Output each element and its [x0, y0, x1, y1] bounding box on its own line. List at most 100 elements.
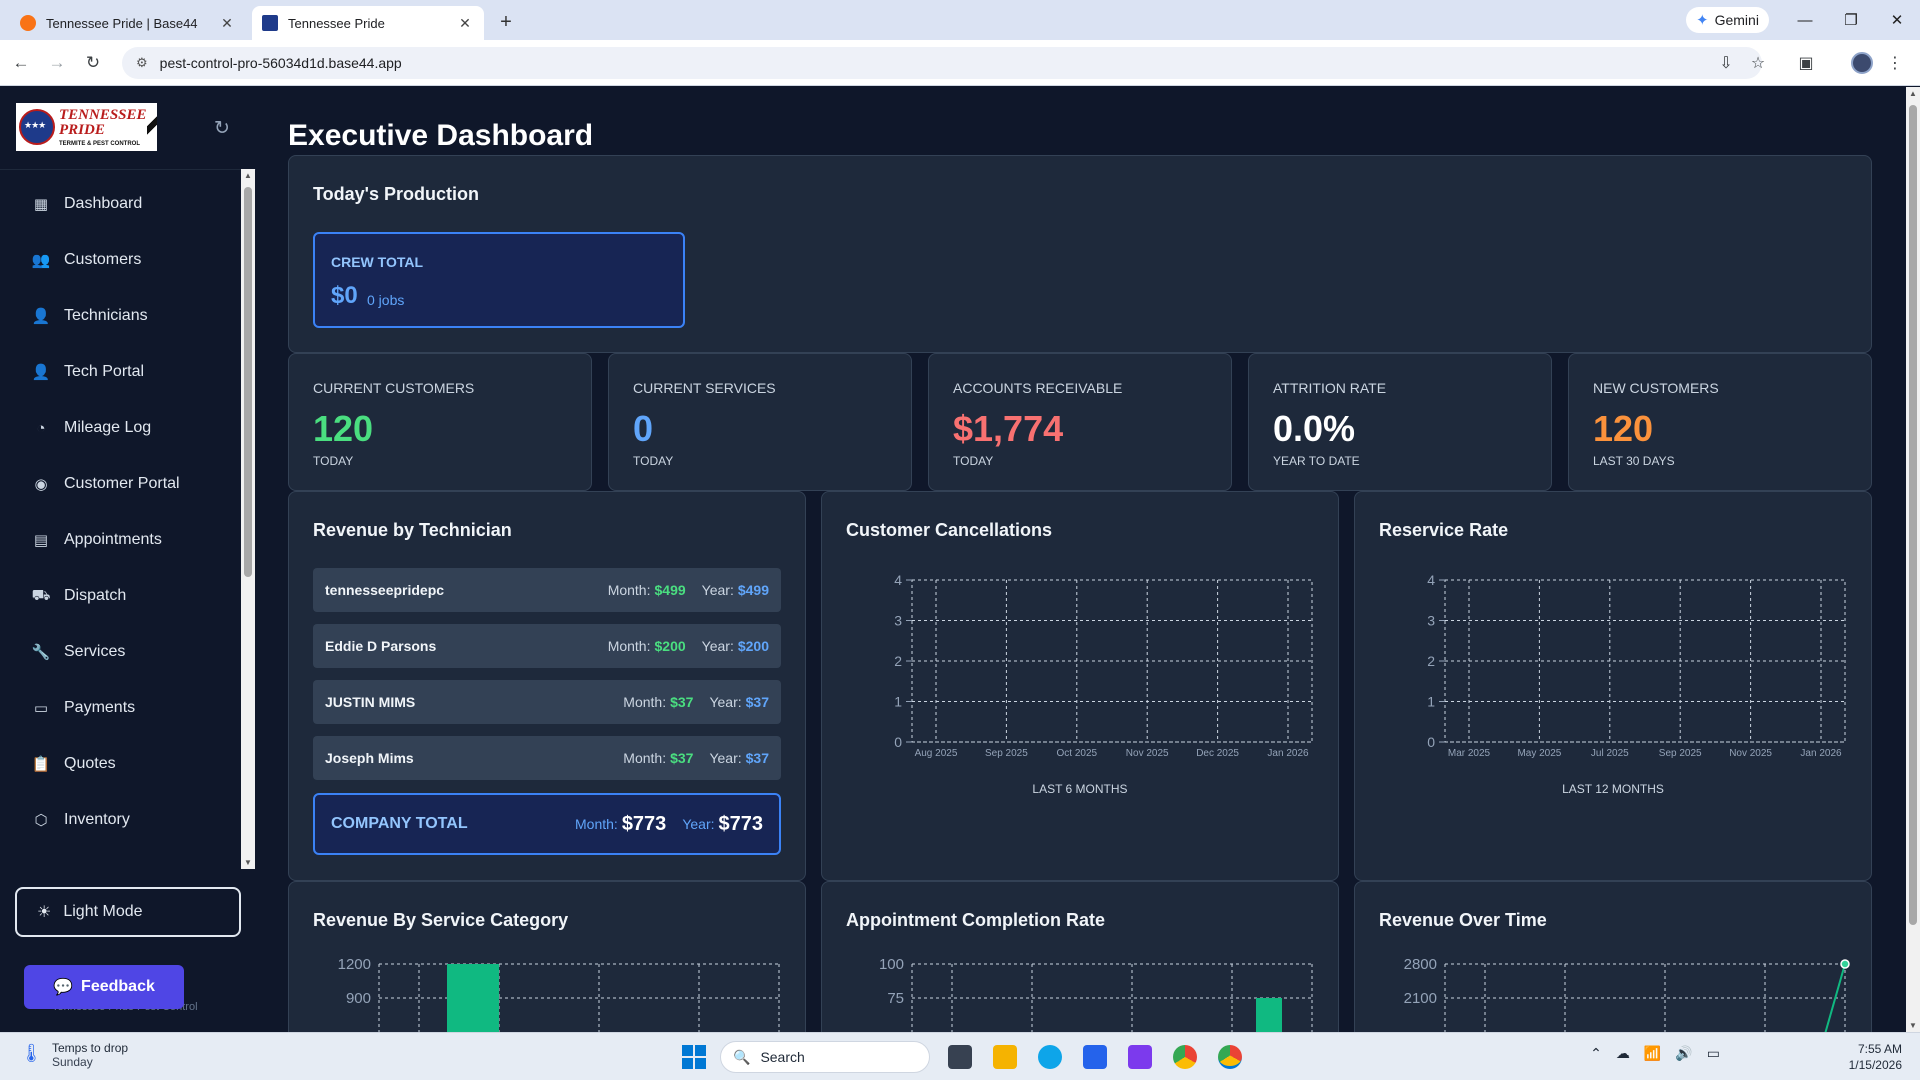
minimize-icon[interactable]: —	[1782, 0, 1828, 40]
windows-start-icon[interactable]	[682, 1045, 706, 1069]
site-info-icon[interactable]: ⚙	[136, 55, 148, 71]
revenue-over-time-card: Revenue Over Time 2800 2100	[1354, 881, 1872, 1032]
technician-row: Eddie D Parsons Month: $200 Year: $200	[313, 624, 781, 668]
task-view-icon[interactable]	[948, 1045, 972, 1069]
chart-caption: LAST 6 MONTHS	[1032, 782, 1128, 796]
sidebar-item-tech-portal[interactable]: 👤 Tech Portal	[14, 350, 234, 394]
address-bar[interactable]: ⚙ pest-control-pro-56034d1d.base44.app	[122, 47, 1762, 79]
wrench-icon: 🔧	[31, 644, 51, 661]
company-logo[interactable]: TENNESSEE PRIDE TERMITE & PEST CONTROL	[16, 103, 157, 151]
scrollbar-thumb[interactable]	[244, 187, 252, 577]
close-tab-icon[interactable]: ✕	[456, 15, 474, 32]
stat-label: CURRENT CUSTOMERS	[313, 380, 475, 396]
sidebar-item-appointments[interactable]: ▤ Appointments	[14, 518, 234, 562]
reload-icon[interactable]: ↻	[80, 50, 106, 76]
taskbar-search[interactable]: 🔍 Search	[720, 1041, 930, 1073]
back-icon[interactable]: ←	[8, 50, 34, 76]
scroll-up-icon[interactable]: ▲	[1906, 89, 1920, 98]
stat-label: NEW CUSTOMERS	[1593, 380, 1719, 396]
edge-browser-icon[interactable]	[1038, 1045, 1062, 1069]
main-content: Executive Dashboard Today's Production C…	[288, 87, 1872, 1032]
chart-x-tick-label: Jan 2026	[1267, 748, 1309, 759]
chart-y-tick-label: 1	[894, 694, 902, 710]
search-icon: 🔍	[733, 1048, 751, 1065]
scrollbar-thumb[interactable]	[1909, 105, 1917, 925]
light-mode-label: Light Mode	[63, 903, 143, 920]
browser-menu-icon[interactable]: ⋮	[1884, 50, 1906, 76]
sidebar-scrollbar[interactable]: ▲ ▼	[241, 169, 255, 869]
forward-icon[interactable]: →	[44, 50, 70, 76]
new-tab-button[interactable]: +	[492, 8, 520, 36]
sidebar-item-payments[interactable]: ▭ Payments	[14, 686, 234, 730]
profile-avatar[interactable]	[1848, 50, 1876, 76]
message-square-icon: ▭	[33, 700, 49, 717]
feedback-button[interactable]: 💬 Feedback	[24, 965, 184, 1009]
page-scrollbar[interactable]: ▲ ▼	[1906, 87, 1920, 1032]
chart-x-tick-label: Sep 2025	[1659, 748, 1702, 759]
wifi-icon[interactable]: 📶	[1644, 1045, 1661, 1062]
light-mode-toggle[interactable]: ☀ Light Mode	[15, 887, 241, 937]
gemini-label: Gemini	[1714, 12, 1759, 28]
revenue-by-service-category-card: Revenue By Service Category 1200 900	[288, 881, 806, 1032]
sidebar-item-technicians[interactable]: 👤 Technicians	[14, 294, 234, 338]
revenue-over-time-chart: 2800 2100	[1404, 956, 1850, 1032]
sidebar-item-customer-portal[interactable]: ◉ Customer Portal	[14, 462, 234, 506]
weather-widget[interactable]: 🌡 Temps to drop Sunday	[20, 1041, 128, 1069]
browser-tab-tennessee-pride[interactable]: Tennessee Pride ✕	[252, 6, 484, 40]
stat-sub: YEAR TO DATE	[1273, 454, 1360, 468]
user-cog-icon: 👤	[31, 364, 51, 381]
volume-icon[interactable]: 🔊	[1675, 1045, 1692, 1062]
browser-tab-base44[interactable]: Tennessee Pride | Base44 ✕	[10, 6, 246, 40]
restore-icon[interactable]: ❐	[1828, 0, 1874, 40]
gemini-button[interactable]: ✦ Gemini	[1686, 7, 1769, 33]
weather-line1: Temps to drop	[52, 1041, 129, 1055]
chart-x-tick-label: Jan 2026	[1800, 748, 1842, 759]
scroll-up-icon[interactable]: ▲	[241, 171, 255, 180]
battery-icon[interactable]: ▭	[1707, 1045, 1720, 1062]
calendar-icon: ▤	[33, 532, 49, 549]
tab-search-icon[interactable]: ▣	[1792, 50, 1820, 76]
sidebar-item-label: Dashboard	[64, 195, 143, 212]
logo-text: TENNESSEE PRIDE	[59, 106, 147, 138]
refresh-icon[interactable]: ↻	[214, 117, 230, 140]
sidebar-item-dashboard[interactable]: ▦ Dashboard	[14, 182, 234, 226]
sidebar-item-dispatch[interactable]: ⛟ Dispatch	[14, 574, 234, 618]
stat-sub: TODAY	[953, 454, 994, 468]
chrome-icon[interactable]	[1173, 1045, 1197, 1069]
scroll-down-icon[interactable]: ▼	[241, 858, 255, 867]
users-icon: 👥	[31, 252, 51, 269]
file-explorer-icon[interactable]	[993, 1045, 1017, 1069]
close-tab-icon[interactable]: ✕	[218, 15, 236, 32]
chart-bar	[447, 964, 499, 1032]
bookmark-star-icon[interactable]: ☆	[1744, 50, 1772, 76]
close-window-icon[interactable]: ✕	[1874, 0, 1920, 40]
sidebar-item-quotes[interactable]: 📋 Quotes	[14, 742, 234, 786]
sidebar: TENNESSEE PRIDE TERMITE & PEST CONTROL ↻…	[0, 87, 256, 1032]
microsoft-store-icon[interactable]	[1083, 1045, 1107, 1069]
scroll-down-icon[interactable]: ▼	[1906, 1021, 1920, 1030]
install-app-icon[interactable]: ⇩	[1712, 50, 1740, 76]
system-tray: ⌃ ☁ 📶 🔊 ▭	[1590, 1045, 1720, 1062]
sidebar-item-customers[interactable]: 👥 Customers	[14, 238, 234, 282]
card-title: Revenue by Technician	[313, 520, 512, 540]
customer-cancellations-card: Customer Cancellations 0 1 2 3 4 Aug 2025 Sep …	[821, 491, 1339, 881]
year-label: Year:	[701, 638, 734, 654]
reservice-rate-chart: 0 1 2 3 4 Mar 2025 May 2025 Jul 2025 Sep 2025 Nov…	[1427, 572, 1846, 759]
taskbar-clock[interactable]: 7:55 AM 1/15/2026	[1849, 1041, 1902, 1073]
sidebar-item-label: Customers	[64, 251, 142, 268]
card-title: Revenue Over Time	[1379, 910, 1547, 930]
url-text: pest-control-pro-56034d1d.base44.app	[159, 55, 402, 71]
sidebar-item-services[interactable]: 🔧 Services	[14, 630, 234, 674]
sidebar-item-mileage-log[interactable]: ◔ Mileage Log	[14, 406, 234, 450]
stat-label: ATTRITION RATE	[1273, 380, 1387, 396]
sidebar-item-inventory[interactable]: ⬡ Inventory	[14, 798, 234, 842]
tray-overflow-icon[interactable]: ⌃	[1590, 1045, 1602, 1062]
onedrive-icon[interactable]: ☁	[1616, 1045, 1630, 1062]
tubi-app-icon[interactable]	[1128, 1045, 1152, 1069]
chrome-profile-icon[interactable]	[1218, 1045, 1242, 1069]
sidebar-item-label: Technicians	[64, 307, 148, 324]
technician-row: Joseph Mims Month: $37 Year: $37	[313, 736, 781, 780]
chart-y-tick-label: 2100	[1404, 990, 1437, 1007]
crew-total-value: $0	[331, 282, 358, 309]
sidebar-item-label: Services	[64, 643, 126, 660]
